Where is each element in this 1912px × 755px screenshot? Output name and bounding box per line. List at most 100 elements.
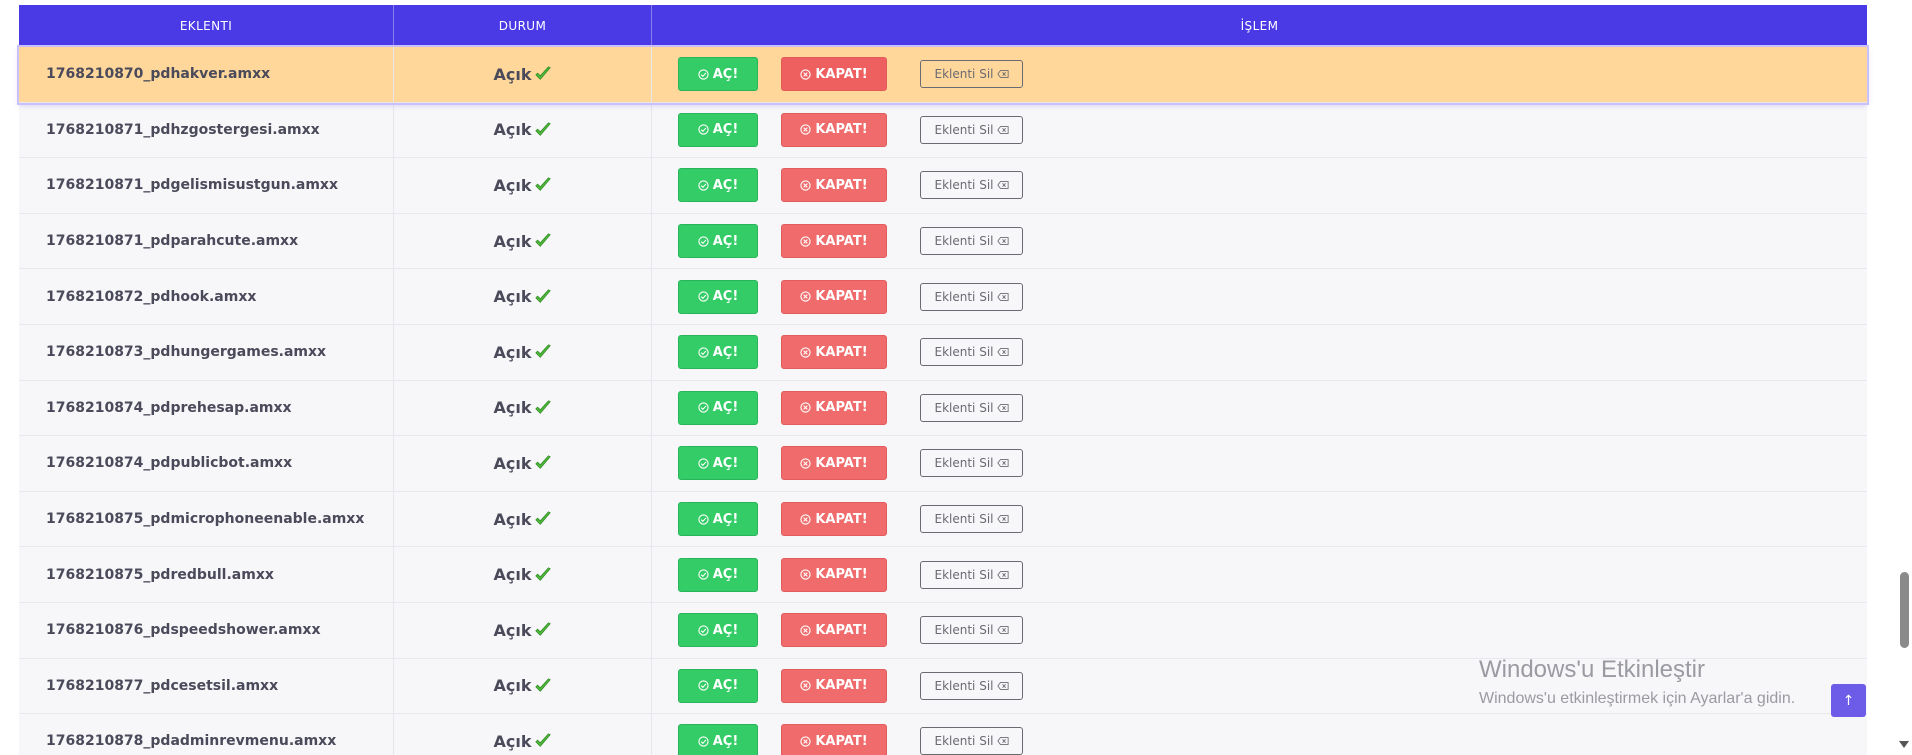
windows-activation-watermark: Windows'u Etkinleştir Windows'u etkinleş…	[1479, 656, 1795, 708]
table-row: 1768210873_pdhungergames.amxx Açık AÇ! KAPA…	[19, 324, 1867, 381]
open-plugin-button[interactable]: AÇ!	[678, 279, 758, 314]
delete-plugin-button[interactable]: Eklenti Sil	[920, 727, 1023, 755]
header-action: İŞLEM	[1240, 19, 1279, 33]
close-plugin-button[interactable]: KAPAT!	[781, 557, 887, 592]
scroll-down-arrow-icon[interactable]	[1899, 741, 1909, 748]
check-circle-icon	[698, 347, 709, 358]
page-scrollbar[interactable]	[1896, 0, 1912, 755]
close-plugin-button[interactable]: KAPAT!	[781, 279, 887, 314]
plugin-status: Açık	[394, 436, 652, 491]
delete-plugin-button[interactable]: Eklenti Sil	[920, 60, 1023, 89]
delete-plugin-button[interactable]: Eklenti Sil	[920, 227, 1023, 256]
plugin-name: 1768210874_pdprehesap.amxx	[19, 380, 394, 436]
check-circle-icon	[698, 69, 709, 80]
open-plugin-button[interactable]: AÇ!	[678, 168, 758, 203]
close-plugin-button[interactable]: KAPAT!	[781, 613, 887, 648]
close-label: KAPAT!	[815, 622, 868, 638]
close-plugin-button[interactable]: KAPAT!	[781, 112, 887, 147]
checkmark-icon	[534, 177, 551, 192]
x-circle-icon	[800, 513, 811, 525]
checkmark-icon	[534, 622, 551, 637]
open-plugin-button[interactable]: AÇ!	[678, 724, 758, 755]
delete-plugin-button[interactable]: Eklenti Sil	[920, 115, 1023, 144]
checkmark-icon	[534, 344, 551, 359]
open-label: AÇ!	[712, 567, 739, 583]
open-plugin-button[interactable]: AÇ!	[678, 668, 758, 703]
close-plugin-button[interactable]: KAPAT!	[781, 502, 887, 537]
delete-label: Eklenti Sil	[934, 623, 994, 638]
plugin-actions: AÇ! KAPAT! Eklenti Sil	[652, 436, 1867, 491]
delete-plugin-button[interactable]: Eklenti Sil	[920, 393, 1023, 422]
open-label: AÇ!	[712, 455, 739, 471]
open-plugin-button[interactable]: AÇ!	[678, 557, 758, 592]
checkmark-icon	[534, 122, 551, 136]
open-plugin-button[interactable]: AÇ!	[678, 335, 758, 370]
backspace-icon	[996, 681, 1009, 690]
open-label: AÇ!	[712, 622, 739, 638]
plugin-actions: AÇ! KAPAT! Eklenti Sil	[652, 214, 1867, 269]
open-plugin-button[interactable]: AÇ!	[678, 224, 758, 259]
header-status: DURUM	[394, 5, 652, 47]
close-label: KAPAT!	[815, 66, 868, 82]
delete-plugin-button[interactable]: Eklenti Sil	[920, 616, 1023, 645]
close-plugin-button[interactable]: KAPAT!	[781, 168, 887, 203]
delete-label: Eklenti Sil	[934, 400, 994, 415]
table-row: 1768210872_pdhook.amxx Açık AÇ! KAPAT! Eklen…	[19, 269, 1867, 325]
table-row: 1768210871_pdhzgostergesi.amxx Açık AÇ! KAP…	[19, 102, 1867, 159]
status-text: Açık	[493, 676, 532, 696]
check-circle-icon	[698, 513, 709, 525]
plugin-actions: AÇ! KAPAT! Eklenti Sil	[652, 47, 1867, 102]
open-label: AÇ!	[712, 511, 739, 527]
open-plugin-button[interactable]: AÇ!	[678, 502, 758, 537]
close-plugin-button[interactable]: KAPAT!	[781, 724, 887, 755]
scroll-to-top-button[interactable]: ↑	[1831, 684, 1866, 717]
table-row: 1768210871_pdparahcute.amxx Açık AÇ! KAPAT!…	[19, 213, 1867, 270]
delete-label: Eklenti Sil	[934, 67, 994, 82]
checkmark-icon	[534, 678, 551, 692]
close-plugin-button[interactable]: KAPAT!	[781, 446, 887, 481]
delete-label: Eklenti Sil	[934, 345, 994, 360]
plugin-actions: AÇ! KAPAT! Eklenti Sil	[652, 603, 1867, 658]
x-circle-icon	[800, 402, 811, 413]
checkmark-icon	[534, 289, 551, 303]
plugin-name: 1768210874_pdpublicbot.amxx	[19, 436, 394, 491]
delete-plugin-button[interactable]: Eklenti Sil	[920, 505, 1023, 534]
close-label: KAPAT!	[815, 233, 868, 249]
delete-plugin-button[interactable]: Eklenti Sil	[920, 171, 1023, 200]
close-plugin-button[interactable]: KAPAT!	[781, 57, 887, 92]
table-header: EKLENTI DURUM İŞLEM	[19, 5, 1867, 47]
status-text: Açık	[493, 509, 532, 529]
checkmark-icon	[534, 66, 551, 81]
plugin-actions: AÇ! KAPAT! Eklenti Sil	[652, 714, 1867, 755]
table-row: 1768210870_pdhakver.amxx Açık AÇ! KAPAT! Ekl…	[19, 47, 1867, 103]
backspace-icon	[996, 626, 1009, 635]
plugin-name: 1768210872_pdhook.amxx	[19, 269, 394, 324]
close-label: KAPAT!	[815, 400, 868, 416]
backspace-icon	[996, 348, 1009, 357]
table-row: 1768210875_pdmicrophoneenable.amxx Açık AÇ…	[19, 491, 1867, 548]
close-plugin-button[interactable]: KAPAT!	[781, 390, 887, 425]
open-plugin-button[interactable]: AÇ!	[678, 57, 758, 92]
open-plugin-button[interactable]: AÇ!	[678, 112, 758, 147]
delete-plugin-button[interactable]: Eklenti Sil	[920, 338, 1023, 367]
scrollbar-thumb[interactable]	[1900, 572, 1909, 648]
open-plugin-button[interactable]: AÇ!	[678, 390, 758, 425]
close-plugin-button[interactable]: KAPAT!	[781, 224, 887, 259]
delete-plugin-button[interactable]: Eklenti Sil	[920, 449, 1023, 478]
plugin-name: 1768210878_pdadminrevmenu.amxx	[19, 714, 394, 755]
status-text: Açık	[493, 120, 532, 140]
open-label: AÇ!	[712, 733, 739, 749]
delete-plugin-button[interactable]: Eklenti Sil	[920, 560, 1023, 589]
checkmark-icon	[534, 566, 551, 581]
delete-plugin-button[interactable]: Eklenti Sil	[920, 282, 1023, 311]
table-row: 1768210878_pdadminrevmenu.amxx Açık AÇ! KAP…	[19, 714, 1867, 755]
table-row: 1768210874_pdprehesap.amxx Açık AÇ! KAPAT! E…	[19, 380, 1867, 437]
open-plugin-button[interactable]: AÇ!	[678, 446, 758, 481]
delete-plugin-button[interactable]: Eklenti Sil	[920, 671, 1023, 700]
close-plugin-button[interactable]: KAPAT!	[781, 668, 887, 703]
check-circle-icon	[698, 736, 709, 747]
open-plugin-button[interactable]: AÇ!	[678, 613, 758, 648]
x-circle-icon	[800, 736, 811, 747]
close-plugin-button[interactable]: KAPAT!	[781, 335, 887, 370]
open-label: AÇ!	[712, 122, 739, 138]
